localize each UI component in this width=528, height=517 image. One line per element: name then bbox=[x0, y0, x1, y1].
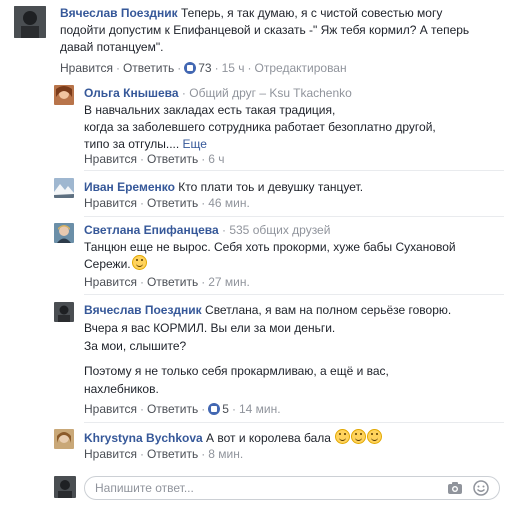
like-link[interactable]: Нравится bbox=[84, 447, 137, 461]
divider bbox=[84, 422, 504, 423]
avatar-image bbox=[54, 476, 76, 498]
comment-actions: Нравится · Ответить · 73 · 15 ч · Отредактирован bbox=[60, 61, 347, 75]
comment-text-line: Сережи. bbox=[84, 255, 147, 273]
comment-body: Вячеслав Поездник Теперь, я так думаю, я… bbox=[60, 4, 442, 22]
comment-text-line: Поэтому я не только себя прокармливаю, а… bbox=[84, 364, 389, 378]
camera-icon[interactable] bbox=[447, 480, 463, 496]
comment: Вячеслав Поездник Теперь, я так думаю, я… bbox=[0, 0, 528, 80]
reply-comment: Иван Еременко Кто плати тоь и девушку та… bbox=[0, 172, 528, 216]
timestamp[interactable]: 6 ч bbox=[208, 152, 224, 166]
comment-body: Светлана Епифанцева · 535 общих друзей bbox=[84, 221, 330, 239]
reply-link[interactable]: Ответить bbox=[123, 61, 174, 75]
avatar-image bbox=[54, 223, 74, 243]
comment-actions: Нравится · Ответить · 8 мин. bbox=[84, 447, 244, 461]
reply-link[interactable]: Ответить bbox=[147, 447, 198, 461]
like-link[interactable]: Нравится bbox=[84, 196, 137, 210]
like-link[interactable]: Нравится bbox=[84, 275, 137, 289]
avatar-image bbox=[54, 85, 74, 105]
comment-text-line: когда за заболевшего сотрудника работает… bbox=[84, 120, 436, 134]
avatar[interactable] bbox=[54, 429, 74, 449]
comment-text-line: За мои, слышите? bbox=[84, 339, 187, 353]
comment-thread: Вячеслав Поездник Теперь, я так думаю, я… bbox=[0, 0, 528, 517]
comment-actions: Нравится · Ответить · 6 ч bbox=[84, 152, 225, 166]
comment-body: Иван Еременко Кто плати тоь и девушку та… bbox=[84, 178, 363, 196]
timestamp[interactable]: 8 мин. bbox=[208, 447, 243, 461]
like-reaction-icon bbox=[208, 403, 221, 415]
like-link[interactable]: Нравится bbox=[84, 402, 137, 416]
composer-avatar bbox=[54, 476, 76, 498]
comment-actions: Нравится · Ответить · 46 мин. bbox=[84, 196, 250, 210]
author-name[interactable]: Вячеслав Поездник bbox=[84, 303, 202, 317]
reaction-count[interactable]: 73 bbox=[198, 61, 211, 75]
reply-comment: Ольга Кнышева · Общий друг – Ksu Tkachen… bbox=[0, 80, 528, 170]
comment-actions: Нравится · Ответить · 27 мин. bbox=[84, 275, 250, 289]
grin-emoji-icon bbox=[367, 429, 383, 444]
comment-body: Вячеслав Поездник Светлана, я вам на пол… bbox=[84, 301, 451, 319]
timestamp[interactable]: 14 мин. bbox=[239, 402, 281, 416]
like-link[interactable]: Нравится bbox=[60, 61, 113, 75]
comment-actions: Нравится · Ответить · 5 · 14 мин. bbox=[84, 402, 281, 416]
author-name[interactable]: Ольга Кнышева bbox=[84, 86, 179, 100]
mutual-friend-meta: · Общий друг – Ksu Tkachenko bbox=[178, 86, 352, 100]
comment-text-line: нахлебников. bbox=[84, 382, 159, 396]
comment-text-line: типо за отгулы.... Еще bbox=[84, 137, 207, 151]
timestamp[interactable]: 27 мин. bbox=[208, 275, 250, 289]
avatar[interactable] bbox=[14, 6, 46, 38]
reaction-count[interactable]: 5 bbox=[222, 402, 229, 416]
like-link[interactable]: Нравится bbox=[84, 152, 137, 166]
reply-link[interactable]: Ответить bbox=[147, 275, 198, 289]
comment-text-line: Вчера я вас КОРМИЛ. Вы ели за мои деньги… bbox=[84, 321, 336, 335]
grin-emoji-icon bbox=[335, 429, 351, 444]
author-name[interactable]: Светлана Епифанцева bbox=[84, 223, 219, 237]
author-name[interactable]: Иван Еременко bbox=[84, 180, 175, 194]
edited-label[interactable]: Отредактирован bbox=[255, 61, 347, 75]
reply-input[interactable] bbox=[95, 480, 425, 496]
comment-text-line: А вот и королева бала bbox=[202, 431, 335, 445]
comment-body: Khrystyna Bychkova А вот и королева бала bbox=[84, 429, 383, 447]
divider bbox=[84, 294, 504, 295]
like-reaction-icon bbox=[184, 62, 197, 74]
comment-text-line: Теперь, я так думаю, я с чистой совестью… bbox=[177, 6, 443, 20]
divider bbox=[84, 170, 504, 171]
comment-text-line: В навчальних закладах есть такая традици… bbox=[84, 103, 336, 117]
comment-body: Ольга Кнышева · Общий друг – Ksu Tkachen… bbox=[84, 84, 352, 102]
avatar-image bbox=[54, 429, 74, 449]
avatar-image bbox=[54, 178, 74, 198]
mutual-friends-meta: · 535 общих друзей bbox=[218, 223, 331, 237]
avatar-image bbox=[54, 302, 74, 322]
reply-link[interactable]: Ответить bbox=[147, 152, 198, 166]
reply-comment: Светлана Епифанцева · 535 общих друзей Т… bbox=[0, 217, 528, 295]
reply-link[interactable]: Ответить bbox=[147, 402, 198, 416]
see-more-link[interactable]: Еще bbox=[183, 137, 207, 151]
avatar[interactable] bbox=[54, 302, 74, 322]
comment-text-line: Светлана, я вам на полном серьёзе говорю… bbox=[201, 303, 452, 317]
avatar-image bbox=[14, 6, 46, 38]
reply-comment: Khrystyna Bychkova А вот и королева бала… bbox=[0, 424, 528, 468]
author-name[interactable]: Khrystyna Bychkova bbox=[84, 431, 203, 445]
comment-text-line: давай потанцуем". bbox=[60, 40, 164, 54]
reply-link[interactable]: Ответить bbox=[147, 196, 198, 210]
author-name[interactable]: Вячеслав Поездник bbox=[60, 6, 178, 20]
comment-text-line: Танцюн еще не вырос. Себя хоть прокорми,… bbox=[84, 240, 456, 254]
reply-comment: Вячеслав Поездник Светлана, я вам на пол… bbox=[0, 296, 528, 422]
reply-composer[interactable] bbox=[84, 476, 500, 500]
avatar[interactable] bbox=[54, 85, 74, 105]
comment-text-line: Кто плати тоь и девушку танцует. bbox=[174, 180, 364, 194]
smile-emoji-icon bbox=[131, 255, 147, 270]
timestamp[interactable]: 15 ч bbox=[222, 61, 245, 75]
avatar[interactable] bbox=[54, 223, 74, 243]
comment-text-line: подойти допустим к Епифанцевой и сказать… bbox=[60, 23, 470, 37]
smiley-sticker-icon[interactable] bbox=[473, 480, 489, 496]
timestamp[interactable]: 46 мин. bbox=[208, 196, 250, 210]
avatar[interactable] bbox=[54, 178, 74, 198]
grin-emoji-icon bbox=[351, 429, 367, 444]
